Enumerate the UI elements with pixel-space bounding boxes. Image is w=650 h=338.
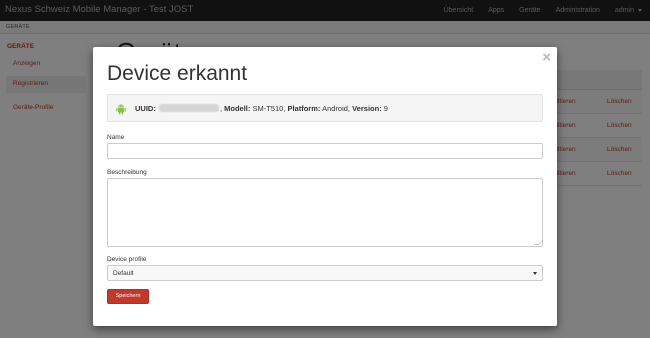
model-label: Modell: bbox=[224, 104, 251, 113]
platform-label: Platform: bbox=[287, 104, 321, 113]
name-label: Name bbox=[107, 134, 125, 141]
description-textarea[interactable] bbox=[107, 178, 543, 247]
chevron-down-icon bbox=[533, 272, 537, 275]
version-label: Version: bbox=[352, 104, 382, 113]
device-info-panel: UUID: , Modell: SM-T510, Platform: Andro… bbox=[107, 94, 543, 122]
device-profile-label: Device profile bbox=[107, 256, 147, 263]
modal-title: Device erkannt bbox=[107, 62, 248, 85]
uuid-label: UUID: bbox=[135, 104, 156, 113]
version-value: 9 bbox=[383, 104, 388, 113]
name-input[interactable] bbox=[107, 143, 543, 159]
model-value: SM-T510 bbox=[252, 104, 284, 113]
save-button[interactable]: Speichern bbox=[107, 289, 149, 304]
device-info-text: UUID: , Modell: SM-T510, Platform: Andro… bbox=[135, 104, 388, 113]
device-profile-selected: Default bbox=[113, 270, 134, 277]
device-profile-select[interactable]: Default bbox=[107, 265, 543, 281]
close-icon[interactable]: × bbox=[542, 50, 551, 65]
platform-value: Android bbox=[322, 104, 348, 113]
android-icon bbox=[116, 104, 126, 115]
description-label: Beschreibung bbox=[107, 169, 147, 176]
device-detected-modal: × Device erkannt UUID: , Modell: SM-T510… bbox=[93, 47, 557, 326]
uuid-value-redacted bbox=[158, 104, 219, 112]
